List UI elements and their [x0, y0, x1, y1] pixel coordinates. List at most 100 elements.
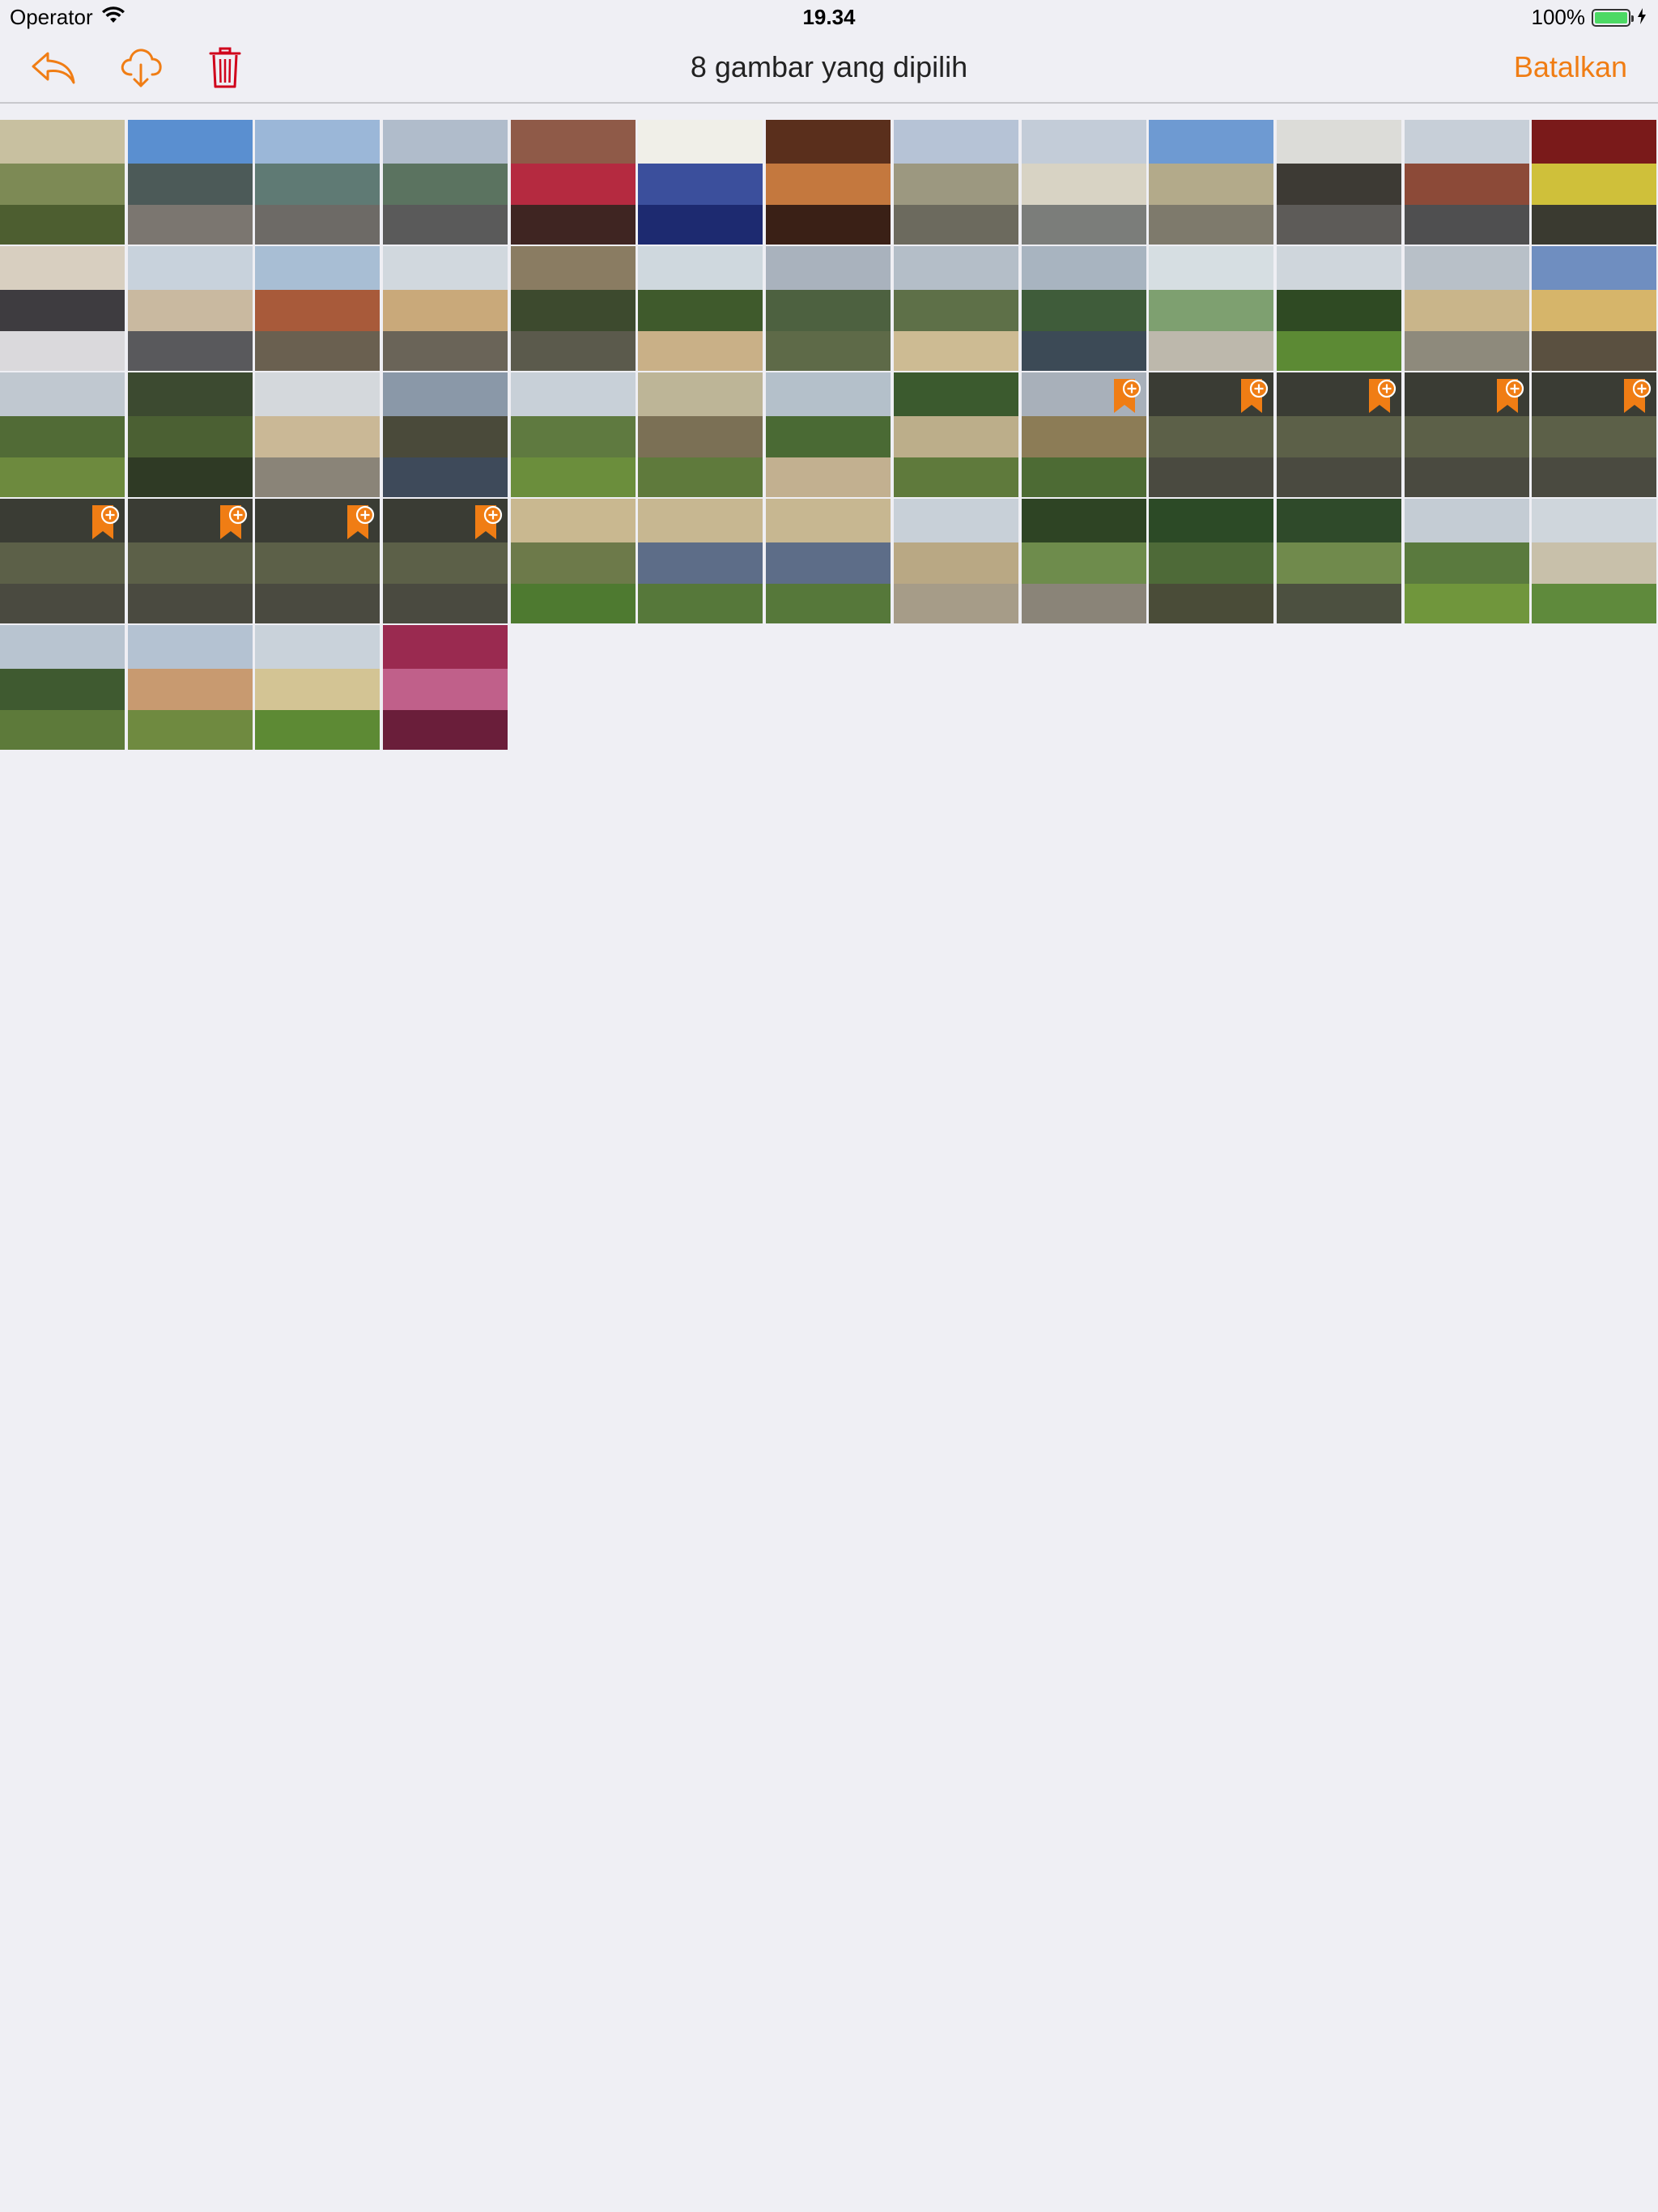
photo-thumbnail[interactable] [127, 372, 253, 497]
photo-thumbnail[interactable] [1149, 372, 1274, 497]
photo-region-top [638, 120, 763, 170]
photo-thumbnail[interactable] [510, 372, 636, 497]
photo-thumbnail[interactable] [0, 372, 125, 497]
photo-thumbnail[interactable] [1021, 246, 1146, 371]
photo-region-bottom [127, 583, 253, 623]
photo-thumbnail[interactable] [255, 246, 380, 371]
photo-thumbnail[interactable] [1532, 372, 1657, 497]
photo-thumbnail[interactable] [638, 499, 763, 623]
photo-region-bottom [255, 457, 380, 497]
photo-thumbnail[interactable] [638, 372, 763, 497]
photo-region-middle [1149, 542, 1274, 586]
photo-thumbnail[interactable] [127, 246, 253, 371]
photo-thumbnail[interactable] [255, 625, 380, 750]
photo-region-middle [0, 163, 125, 207]
photo-region-middle [638, 542, 763, 586]
photo-thumbnail[interactable] [1404, 246, 1529, 371]
photo-region-top [1276, 120, 1401, 170]
photo-region-middle [1021, 415, 1146, 460]
photo-thumbnail[interactable] [0, 120, 125, 245]
photo-thumbnail[interactable] [1149, 499, 1274, 623]
photo-region-middle [1021, 163, 1146, 207]
photo-thumbnail[interactable] [1276, 246, 1401, 371]
photo-region-middle [1532, 289, 1657, 334]
photo-region-middle [638, 163, 763, 207]
photo-thumbnail[interactable] [383, 246, 508, 371]
photo-region-middle [0, 415, 125, 460]
photo-thumbnail[interactable] [0, 499, 125, 623]
photo-thumbnail[interactable] [255, 120, 380, 245]
photo-region-middle [510, 289, 636, 334]
photo-thumbnail[interactable] [383, 120, 508, 245]
photo-region-top [1404, 499, 1529, 549]
photo-region-top [0, 120, 125, 170]
photo-region-middle [383, 163, 508, 207]
photo-thumbnail[interactable] [1404, 372, 1529, 497]
photo-thumbnail[interactable] [1532, 499, 1657, 623]
status-time: 19.34 [802, 5, 856, 29]
photo-thumbnail[interactable] [1404, 499, 1529, 623]
photo-thumbnail[interactable] [510, 499, 636, 623]
photo-thumbnail[interactable] [0, 246, 125, 371]
photo-region-bottom [1149, 457, 1274, 497]
photo-region-top [638, 372, 763, 423]
photo-region-top [255, 625, 380, 675]
photo-region-bottom [383, 330, 508, 371]
photo-thumbnail[interactable] [1532, 120, 1657, 245]
photo-thumbnail[interactable] [1404, 120, 1529, 245]
photo-thumbnail[interactable] [638, 120, 763, 245]
cancel-button[interactable]: Batalkan [1514, 50, 1627, 84]
photo-region-top [0, 246, 125, 296]
photo-thumbnail[interactable] [766, 246, 891, 371]
photo-thumbnail[interactable] [127, 120, 253, 245]
photo-region-middle [1276, 542, 1401, 586]
photo-thumbnail[interactable] [383, 372, 508, 497]
photo-thumbnail[interactable] [1276, 499, 1401, 623]
photo-region-top [1532, 120, 1657, 170]
photo-thumbnail[interactable] [1021, 499, 1146, 623]
photo-thumbnail[interactable] [0, 625, 125, 750]
photo-thumbnail[interactable] [510, 246, 636, 371]
photo-thumbnail[interactable] [766, 499, 891, 623]
photo-region-bottom [0, 204, 125, 245]
photo-region-middle [510, 415, 636, 460]
photo-thumbnail[interactable] [127, 499, 253, 623]
photo-region-bottom [1532, 330, 1657, 371]
photo-region-middle [1404, 415, 1529, 460]
photo-region-middle [255, 542, 380, 586]
photo-region-middle [1021, 542, 1146, 586]
photo-thumbnail[interactable] [1021, 120, 1146, 245]
photo-thumbnail[interactable] [255, 372, 380, 497]
photo-region-top [383, 120, 508, 170]
photo-region-top [127, 246, 253, 296]
photo-thumbnail[interactable] [893, 246, 1018, 371]
photo-thumbnail[interactable] [893, 499, 1018, 623]
photo-thumbnail[interactable] [1532, 246, 1657, 371]
photo-thumbnail[interactable] [766, 120, 891, 245]
photo-region-bottom [0, 330, 125, 371]
photo-region-bottom [510, 457, 636, 497]
photo-thumbnail[interactable] [893, 372, 1018, 497]
photo-region-middle [0, 542, 125, 586]
photo-thumbnail[interactable] [510, 120, 636, 245]
photo-thumbnail[interactable] [255, 499, 380, 623]
photo-thumbnail[interactable] [127, 625, 253, 750]
photo-thumbnail[interactable] [638, 246, 763, 371]
photo-thumbnail[interactable] [1149, 246, 1274, 371]
photo-region-bottom [127, 330, 253, 371]
battery-icon [1592, 8, 1634, 27]
photo-thumbnail[interactable] [1149, 120, 1274, 245]
photo-thumbnail[interactable] [1021, 372, 1146, 497]
photo-thumbnail[interactable] [383, 499, 508, 623]
photo-region-middle [127, 415, 253, 460]
photo-region-top [1021, 120, 1146, 170]
photo-thumbnail[interactable] [1276, 372, 1401, 497]
photo-thumbnail[interactable] [383, 625, 508, 750]
photo-thumbnail[interactable] [766, 372, 891, 497]
photo-region-top [893, 499, 1018, 549]
photo-region-bottom [638, 457, 763, 497]
photo-thumbnail[interactable] [893, 120, 1018, 245]
photo-region-bottom [638, 330, 763, 371]
photo-region-middle [766, 415, 891, 460]
photo-thumbnail[interactable] [1276, 120, 1401, 245]
